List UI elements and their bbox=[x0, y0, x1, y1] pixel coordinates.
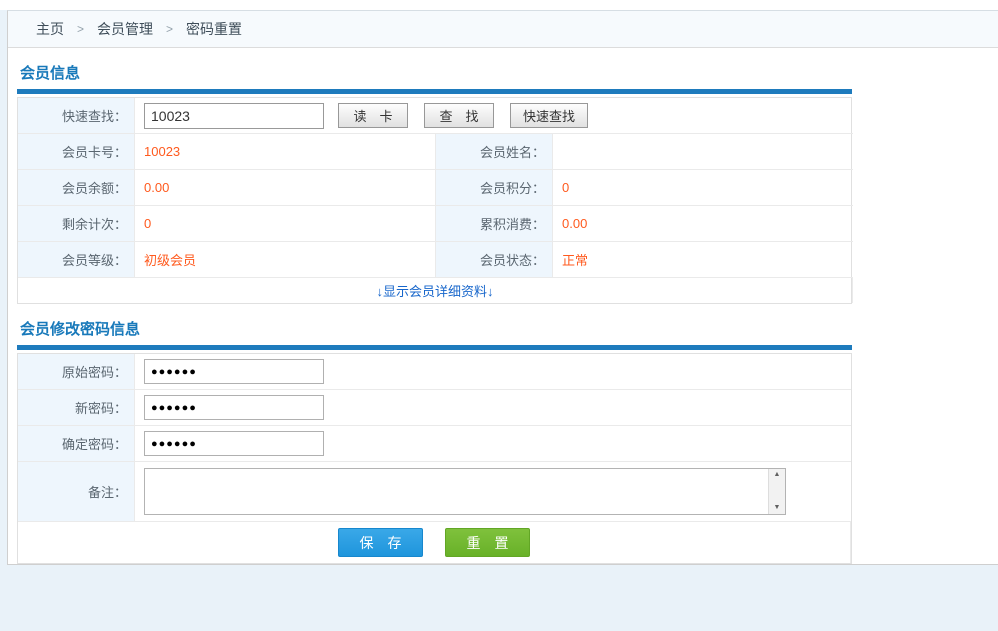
member-status-value: 正常 bbox=[553, 242, 853, 278]
quick-find-input[interactable] bbox=[144, 103, 324, 129]
member-card-value: 10023 bbox=[135, 134, 436, 170]
scrollbar-up-icon[interactable]: ▲ bbox=[774, 471, 781, 479]
new-password-row bbox=[135, 390, 851, 426]
member-name-value bbox=[553, 134, 853, 170]
member-info-table: 快速查找： 读 卡 查 找 快速查找 会员卡号： 10023 会员姓名： 会员余… bbox=[17, 97, 852, 304]
member-balance-label: 会员余额： bbox=[18, 170, 135, 206]
total-consumption-value: 0.00 bbox=[553, 206, 853, 242]
section-divider-bar bbox=[17, 89, 852, 94]
breadcrumb-member-management[interactable]: 会员管理 bbox=[97, 19, 153, 39]
section-title-password-change: 会员修改密码信息 bbox=[20, 318, 998, 339]
quick-find-button[interactable]: 快速查找 bbox=[510, 103, 588, 128]
member-status-label: 会员状态： bbox=[436, 242, 553, 278]
remark-textarea[interactable] bbox=[145, 469, 768, 514]
show-member-detail-link[interactable]: ↓显示会员详细资料↓ bbox=[376, 281, 493, 300]
read-card-button[interactable]: 读 卡 bbox=[338, 103, 408, 128]
remaining-times-label: 剩余计次： bbox=[18, 206, 135, 242]
page-footer bbox=[0, 565, 998, 631]
remark-row: ▲ ▼ bbox=[135, 462, 851, 522]
breadcrumb-password-reset: 密码重置 bbox=[186, 19, 242, 39]
content-area: 会员信息 快速查找： 读 卡 查 找 快速查找 会员卡号： 10023 会员姓名… bbox=[8, 48, 998, 564]
section-divider-bar bbox=[17, 345, 852, 350]
member-points-value: 0 bbox=[553, 170, 853, 206]
scrollbar-down-icon[interactable]: ▼ bbox=[774, 504, 781, 512]
new-password-label: 新密码： bbox=[18, 390, 135, 426]
original-password-row bbox=[135, 354, 851, 390]
member-level-label: 会员等级： bbox=[18, 242, 135, 278]
remark-textarea-wrap: ▲ ▼ bbox=[144, 468, 786, 515]
breadcrumb: 主页 > 会员管理 > 密码重置 bbox=[8, 11, 998, 48]
confirm-password-input[interactable] bbox=[144, 431, 324, 456]
confirm-password-label: 确定密码： bbox=[18, 426, 135, 462]
member-balance-value: 0.00 bbox=[135, 170, 436, 206]
total-consumption-label: 累积消费： bbox=[436, 206, 553, 242]
breadcrumb-home[interactable]: 主页 bbox=[36, 19, 64, 39]
section-title-member-info: 会员信息 bbox=[20, 62, 998, 83]
save-button[interactable]: 保 存 bbox=[338, 528, 423, 557]
main-panel: 主页 > 会员管理 > 密码重置 会员信息 快速查找： 读 卡 查 找 快速查找… bbox=[7, 10, 998, 565]
quick-find-row: 读 卡 查 找 快速查找 bbox=[135, 98, 853, 134]
member-card-label: 会员卡号： bbox=[18, 134, 135, 170]
password-change-table: 原始密码： 新密码： 确定密码： 备注： ▲ ▼ bbox=[17, 353, 852, 564]
remark-label: 备注： bbox=[18, 462, 135, 522]
search-button[interactable]: 查 找 bbox=[424, 103, 494, 128]
confirm-password-row bbox=[135, 426, 851, 462]
member-points-label: 会员积分： bbox=[436, 170, 553, 206]
detail-link-row: ↓显示会员详细资料↓ bbox=[18, 278, 853, 303]
member-name-label: 会员姓名： bbox=[436, 134, 553, 170]
top-margin bbox=[0, 0, 998, 10]
breadcrumb-separator-icon: > bbox=[166, 22, 173, 36]
original-password-label: 原始密码： bbox=[18, 354, 135, 390]
quick-find-label: 快速查找： bbox=[18, 98, 135, 134]
action-buttons-row: 保 存 重 置 bbox=[18, 522, 851, 563]
textarea-scrollbar[interactable]: ▲ ▼ bbox=[768, 469, 785, 514]
breadcrumb-separator-icon: > bbox=[77, 22, 84, 36]
remaining-times-value: 0 bbox=[135, 206, 436, 242]
member-level-value: 初级会员 bbox=[135, 242, 436, 278]
reset-button[interactable]: 重 置 bbox=[445, 528, 530, 557]
new-password-input[interactable] bbox=[144, 395, 324, 420]
original-password-input[interactable] bbox=[144, 359, 324, 384]
